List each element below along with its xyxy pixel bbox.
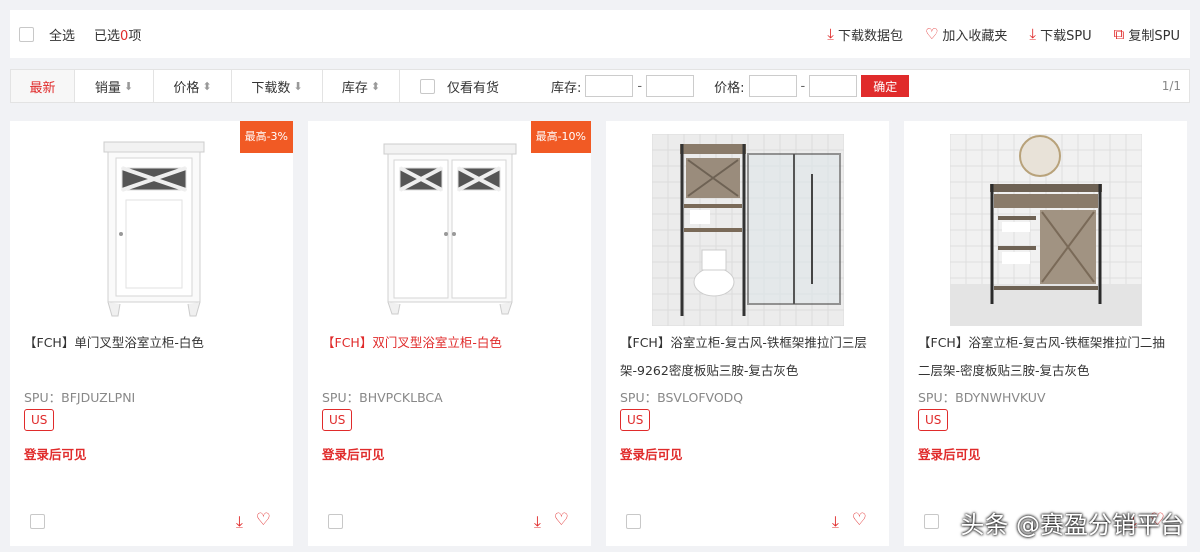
price-login-hint: 登录后可见 xyxy=(24,447,87,462)
product-card[interactable]: 最高-10% 【FCH】双门叉型浴室立柜-白色 SPU：BHVPCKLBCA U… xyxy=(308,121,591,546)
product-title[interactable]: 【FCH】浴室立柜-复古风-铁框架推拉门二抽二层架-密度板贴三胺-复古灰色 xyxy=(918,329,1173,385)
page-indicator: 1/1 xyxy=(1161,79,1181,93)
product-spu: SPU：BSVLOFVODQ xyxy=(620,390,744,405)
product-select-checkbox[interactable] xyxy=(30,514,45,529)
product-spu: SPU：BHVPCKLBCA xyxy=(322,390,443,405)
sort-desc-icon: ⬇ xyxy=(293,79,303,93)
discount-badge: 最高-3% xyxy=(239,121,293,153)
product-image[interactable] xyxy=(949,134,1142,326)
region-badge: US xyxy=(24,409,55,431)
sort-toggle-icon: ⬍ xyxy=(202,79,212,93)
sort-price[interactable]: 价格 ⬍ xyxy=(154,70,232,102)
watermark: 头条 @赛盈分销平台 xyxy=(960,511,1184,539)
sort-stock[interactable]: 库存 ⬍ xyxy=(323,70,400,102)
select-all-checkbox[interactable] xyxy=(19,26,34,42)
selection-toolbar: 全选 已选0项 ⤓ 下载数据包 ♡ 加入收藏夹 ⤓ 下载SPU ⧉ 复制SPU xyxy=(10,10,1190,58)
sort-sales[interactable]: 销量 ⬇ xyxy=(75,70,154,102)
sort-toggle-icon: ⬍ xyxy=(370,79,381,93)
add-to-favorites-button[interactable]: ♡ 加入收藏夹 xyxy=(925,25,1007,44)
region-badge: US xyxy=(918,409,949,431)
sort-desc-icon: ⬇ xyxy=(123,79,134,93)
heart-icon[interactable]: ♡ xyxy=(554,510,569,530)
download-icon: ⤓ xyxy=(1029,24,1037,43)
confirm-filter-button[interactable]: 确定 xyxy=(861,75,910,97)
stock-range-label: 库存: xyxy=(551,80,582,96)
toolbar-actions: ⤓ 下载数据包 ♡ 加入收藏夹 ⤓ 下载SPU ⧉ 复制SPU xyxy=(805,25,1190,44)
download-icon[interactable]: ⤓ xyxy=(534,512,541,532)
product-card[interactable]: 最高-3% 【FCH】单门叉型浴室立柜-白色 SPU：BFJDUZLPNI US… xyxy=(10,121,293,546)
heart-icon[interactable]: ♡ xyxy=(852,510,867,530)
price-login-hint: 登录后可见 xyxy=(918,447,981,462)
product-spu: SPU：BFJDUZLPNI xyxy=(24,390,136,405)
region-badge: US xyxy=(620,409,651,431)
download-package-button[interactable]: ⤓ 下载数据包 xyxy=(827,25,903,44)
price-login-hint: 登录后可见 xyxy=(322,447,385,462)
price-min-input[interactable] xyxy=(748,75,797,97)
product-select-checkbox[interactable] xyxy=(924,514,939,529)
stock-min-input[interactable] xyxy=(585,75,634,97)
select-all-label[interactable]: 全选 xyxy=(49,25,75,44)
region-badge: US xyxy=(322,409,353,431)
sort-newest[interactable]: 最新 xyxy=(11,70,75,102)
product-select-checkbox[interactable] xyxy=(626,514,641,529)
product-image[interactable] xyxy=(353,134,546,326)
product-title[interactable]: 【FCH】单门叉型浴室立柜-白色 xyxy=(24,329,279,357)
product-title[interactable]: 【FCH】双门叉型浴室立柜-白色 xyxy=(322,329,577,357)
product-spu: SPU：BDYNWHVKUV xyxy=(918,390,1046,405)
product-image[interactable] xyxy=(651,134,844,326)
discount-badge: 最高-10% xyxy=(530,121,591,153)
product-title[interactable]: 【FCH】浴室立柜-复古风-铁框架推拉门三层架-9262密度板贴三胺-复古灰色 xyxy=(620,329,875,385)
in-stock-label[interactable]: 仅看有货 xyxy=(447,77,499,96)
download-icon[interactable]: ⤓ xyxy=(236,512,243,532)
product-select-checkbox[interactable] xyxy=(328,514,343,529)
filter-bar: 最新 销量 ⬇ 价格 ⬍ 下载数 ⬇ 库存 ⬍ 仅看有货 库存: - 价格: - 确定 … xyxy=(10,69,1190,103)
price-max-input[interactable] xyxy=(809,75,858,97)
heart-icon: ♡ xyxy=(924,24,939,43)
in-stock-checkbox[interactable] xyxy=(420,78,435,94)
sort-downloads[interactable]: 下载数 ⬇ xyxy=(232,70,323,102)
download-spu-button[interactable]: ⤓ 下载SPU xyxy=(1029,25,1091,44)
product-card[interactable]: 【FCH】浴室立柜-复古风-铁框架推拉门三层架-9262密度板贴三胺-复古灰色 … xyxy=(606,121,889,546)
download-icon[interactable]: ⤓ xyxy=(832,512,839,532)
product-card[interactable]: 【FCH】浴室立柜-复古风-铁框架推拉门二抽二层架-密度板贴三胺-复古灰色 SP… xyxy=(904,121,1187,546)
price-range-label: 价格: xyxy=(714,80,745,96)
product-image[interactable] xyxy=(55,134,248,326)
copy-icon: ⧉ xyxy=(1113,24,1125,43)
copy-spu-button[interactable]: ⧉ 复制SPU xyxy=(1114,25,1180,44)
price-login-hint: 登录后可见 xyxy=(620,447,683,462)
selected-count-text: 已选0项 xyxy=(94,28,142,44)
heart-icon[interactable]: ♡ xyxy=(256,510,271,530)
stock-max-input[interactable] xyxy=(646,75,695,97)
download-icon: ⤓ xyxy=(827,24,834,43)
